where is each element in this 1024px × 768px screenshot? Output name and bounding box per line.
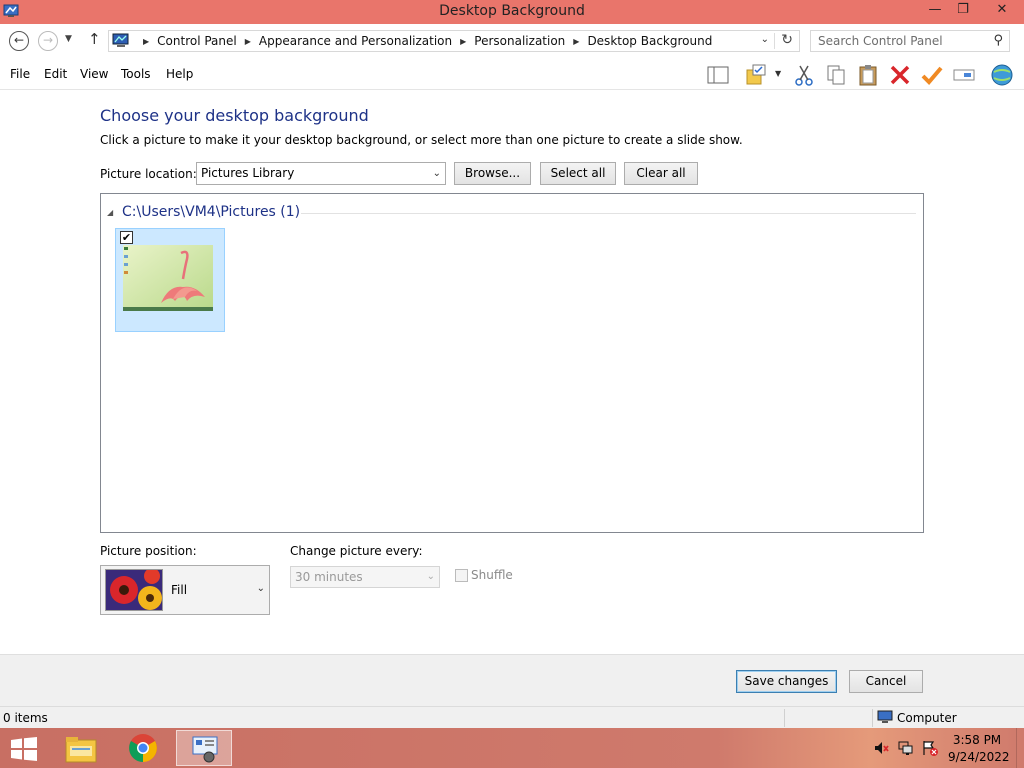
picture-location-value: Pictures Library [201,166,295,180]
properties-check-icon[interactable] [920,63,944,87]
chrome-icon [129,734,157,762]
breadcrumb-control-panel[interactable]: Control Panel [157,34,237,48]
taskbar-file-explorer[interactable] [54,730,110,766]
select-all-button[interactable]: Select all [540,162,616,185]
divider [784,709,785,727]
browse-button[interactable]: Browse... [454,162,531,185]
status-location: Computer [897,711,957,725]
cancel-button[interactable]: Cancel [849,670,923,693]
thumbnail-checkbox[interactable]: ✔ [120,231,133,244]
show-desktop-button[interactable] [1016,728,1024,768]
chevron-right-icon[interactable]: ▶ [460,37,466,46]
change-picture-label: Change picture every: [290,544,423,558]
search-icon[interactable]: ⚲ [993,33,1003,48]
rename-icon[interactable] [952,63,976,87]
group-header[interactable]: C:\Users\VM4\Pictures (1) [122,204,300,220]
page-title: Choose your desktop background [100,106,369,125]
dialog-footer: Save changes Cancel [0,654,1024,706]
back-button[interactable]: ← [9,31,29,51]
position-preview [105,569,163,611]
chevron-down-icon[interactable]: ⌄ [761,34,769,45]
chevron-right-icon[interactable]: ▶ [245,37,251,46]
picture-location-select[interactable]: Pictures Library ⌄ [196,162,446,185]
flower-preview-image [106,570,162,610]
picture-thumbnail[interactable]: ✔ [115,228,225,332]
panes-icon[interactable] [706,63,730,87]
breadcrumb-desktop-background[interactable]: Desktop Background [587,34,712,48]
divider [301,213,916,214]
chevron-right-icon[interactable]: ▶ [143,37,149,46]
taskbar-control-panel[interactable] [176,730,232,766]
control-panel-icon [192,736,218,763]
chevron-down-icon: ⌄ [256,583,265,594]
menu-tools[interactable]: Tools [121,67,151,81]
breadcrumb: ▶ Control Panel ▶ Appearance and Personaliz… [135,34,712,48]
status-item-count: 0 items [3,711,48,725]
picture-position-label: Picture position: [100,544,197,558]
interval-value: 30 minutes [295,570,363,584]
recent-locations-dropdown[interactable]: ▼ [65,34,72,44]
collapse-icon[interactable]: ◢ [107,208,113,217]
shuffle-checkbox[interactable] [455,569,468,582]
folder-options-icon[interactable] [744,63,768,87]
chevron-down-icon[interactable]: ▼ [775,69,781,78]
save-changes-button[interactable]: Save changes [736,670,837,693]
network-icon[interactable] [898,740,914,756]
picture-gallery[interactable]: ◢ C:\Users\VM4\Pictures (1) ✔ [100,193,924,533]
search-input[interactable] [811,31,981,51]
paste-icon[interactable] [856,63,880,87]
volume-muted-icon[interactable] [873,740,889,756]
address-row: ← → ▼ ↑ ▶ Control Panel ▶ Appearance and Pe… [0,24,1024,58]
refresh-icon[interactable]: ↻ [781,32,793,48]
divider [872,709,873,727]
address-bar[interactable]: ▶ Control Panel ▶ Appearance and Personaliz… [108,30,800,52]
control-panel-icon [112,33,129,47]
menu-bar: File Edit View Tools Help ▼ [0,58,1024,90]
cut-icon[interactable] [792,63,816,87]
menu-help[interactable]: Help [166,67,193,81]
menu-file[interactable]: File [10,67,30,81]
chevron-down-icon: ⌄ [426,571,435,582]
menu-edit[interactable]: Edit [44,67,67,81]
picture-position-select[interactable]: Fill ⌄ [100,565,270,615]
picture-position-value: Fill [171,583,188,597]
forward-button[interactable]: → [38,31,58,51]
breadcrumb-appearance[interactable]: Appearance and Personalization [259,34,452,48]
computer-icon [877,710,893,723]
clock-time[interactable]: 3:58 PM [948,733,1006,747]
globe-icon[interactable] [990,63,1014,87]
divider [774,33,775,49]
maximize-button[interactable]: ❐ [946,0,980,22]
breadcrumb-personalization[interactable]: Personalization [474,34,565,48]
chevron-right-icon[interactable]: ▶ [573,37,579,46]
wallpaper-preview-image [123,245,213,311]
up-button[interactable]: ↑ [88,30,101,48]
shuffle-label: Shuffle [471,568,513,582]
window-title: Desktop Background [439,3,585,19]
chevron-down-icon: ⌄ [432,168,441,179]
title-bar: Desktop Background — ❐ ✕ [0,0,1024,24]
picture-location-label: Picture location: [100,167,197,181]
clear-all-button[interactable]: Clear all [624,162,698,185]
main-content: Choose your desktop background Click a p… [0,91,1024,654]
search-box[interactable]: ⚲ [810,30,1010,52]
start-icon[interactable] [10,737,38,761]
taskbar-chrome[interactable] [116,730,172,766]
taskbar: 3:58 PM 9/24/2022 [0,728,1024,768]
change-interval-select[interactable]: 30 minutes ⌄ [290,566,440,588]
status-bar: 0 items Computer [0,706,1024,728]
file-explorer-icon [65,737,97,763]
action-center-warning-icon[interactable] [922,740,938,756]
clock-date[interactable]: 9/24/2022 [948,750,1010,764]
menu-view[interactable]: View [80,67,108,81]
copy-icon[interactable] [824,63,848,87]
delete-icon[interactable] [888,63,912,87]
page-subtitle: Click a picture to make it your desktop … [100,133,743,147]
close-button[interactable]: ✕ [982,0,1022,22]
